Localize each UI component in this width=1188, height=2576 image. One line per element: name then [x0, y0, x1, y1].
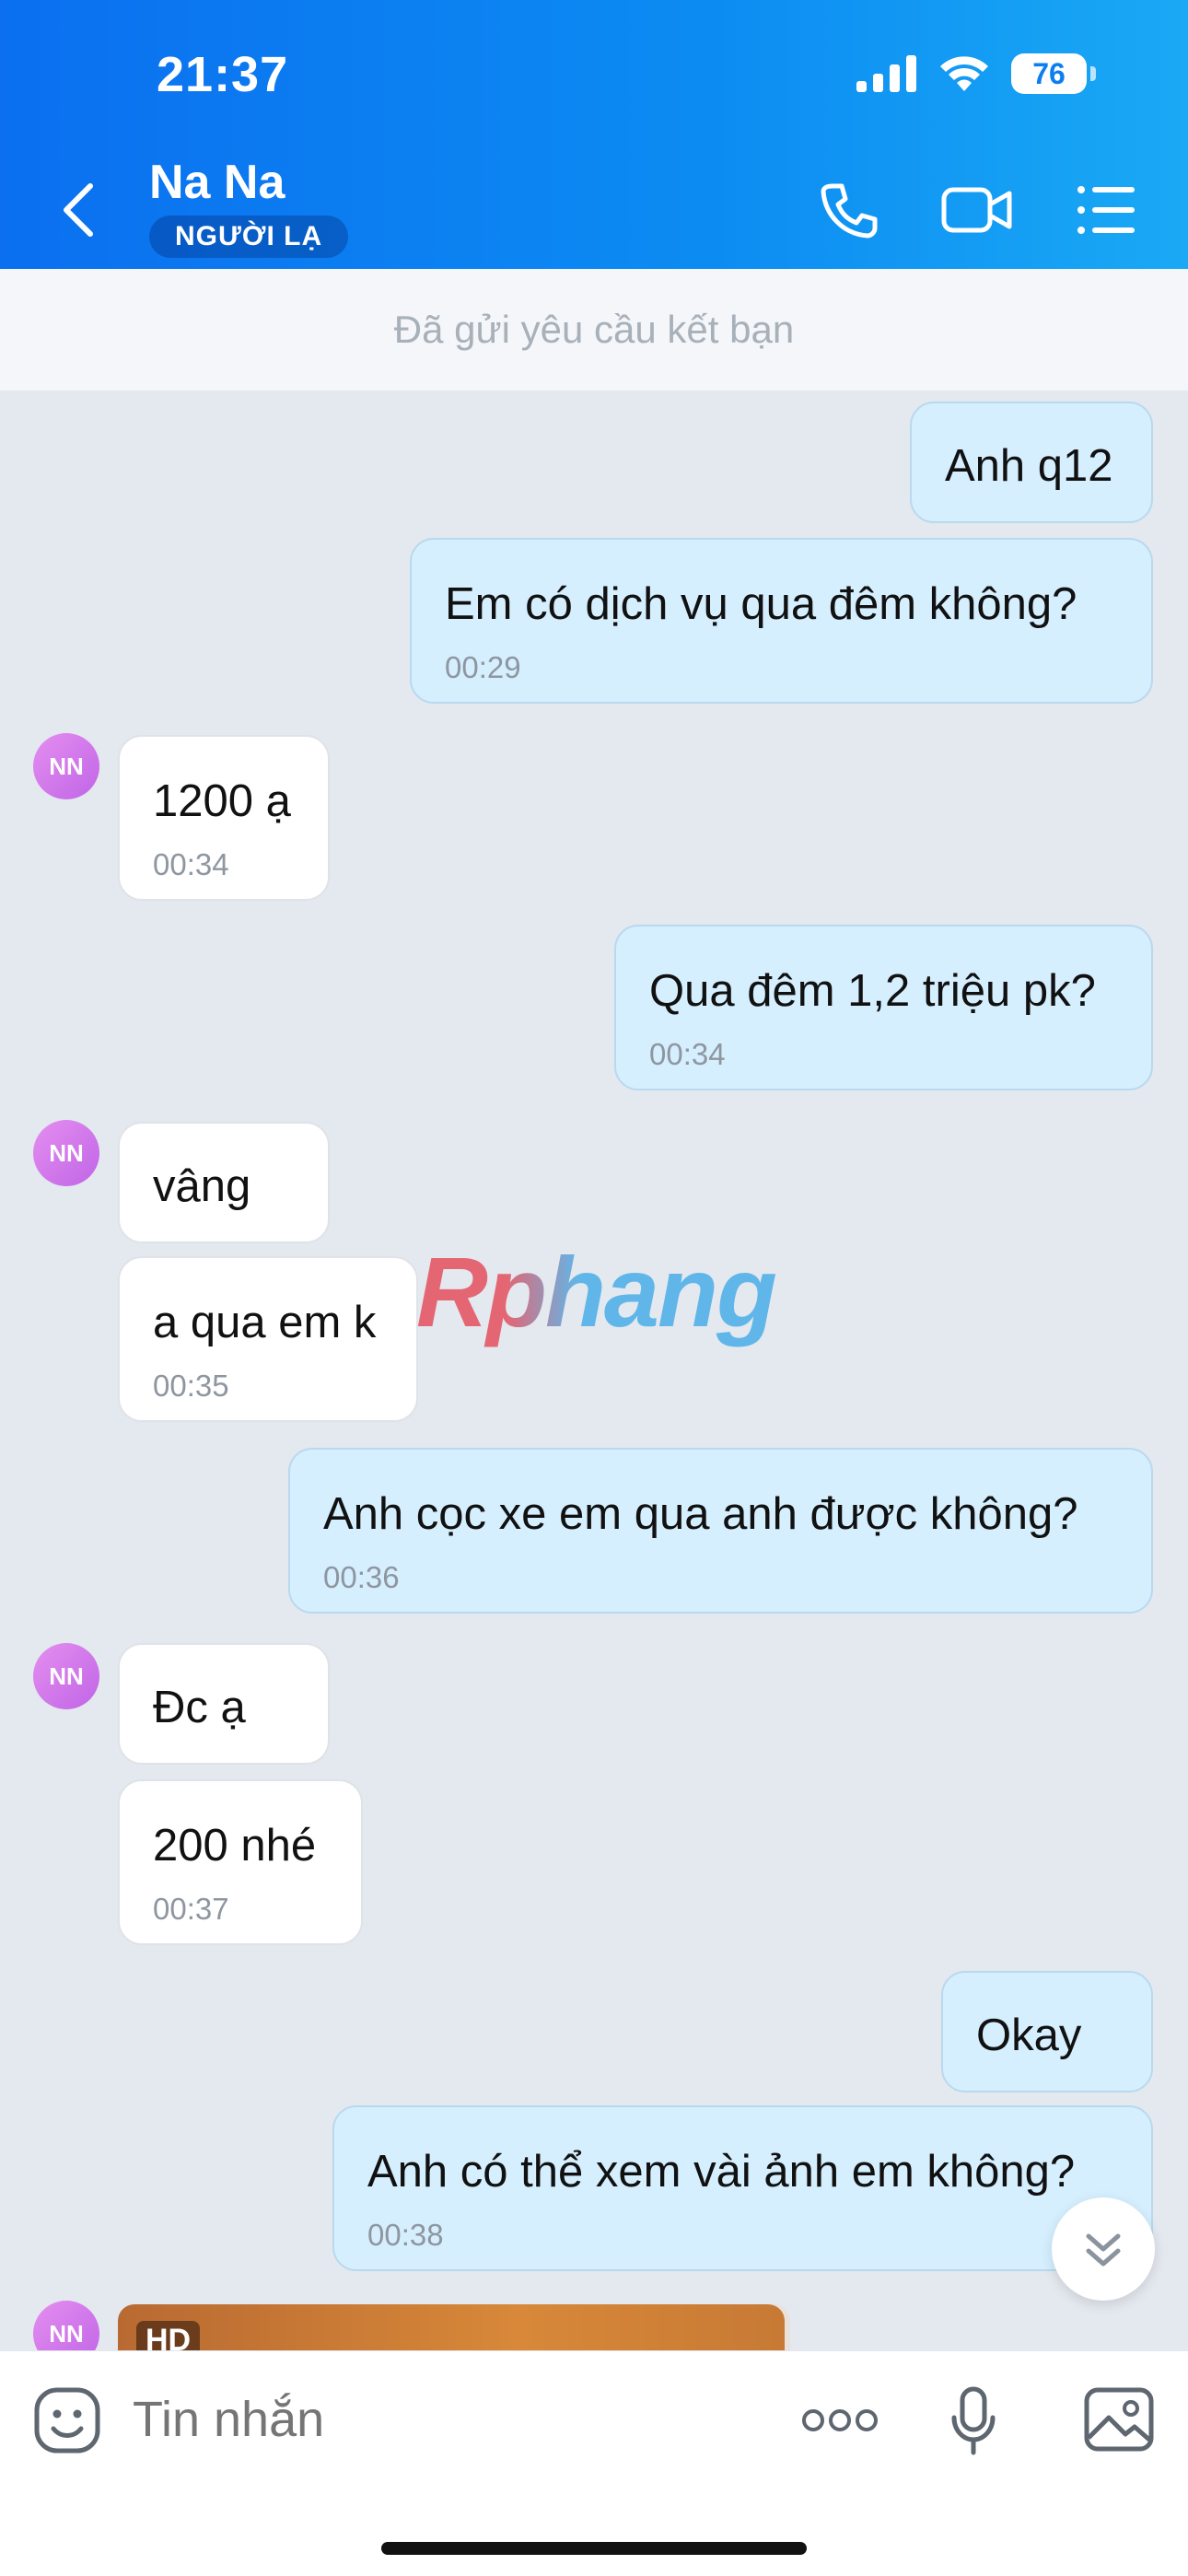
message-bubble-incoming[interactable]: a qua em k 00:35: [118, 1256, 418, 1422]
stranger-badge: NGƯỜI LẠ: [149, 216, 349, 258]
back-icon[interactable]: [55, 181, 103, 239]
message-bubble-outgoing[interactable]: Qua đêm 1,2 triệu pk? 00:34: [614, 925, 1153, 1090]
message-time: 00:34: [649, 1037, 726, 1071]
contact-name[interactable]: Na Na: [149, 155, 285, 210]
message-time: 00:34: [153, 847, 229, 881]
message-time: 00:29: [445, 650, 521, 684]
message-time: 00:35: [153, 1369, 229, 1403]
scroll-to-bottom-button[interactable]: [1052, 2197, 1155, 2301]
message-text: 200 nhé: [153, 1821, 317, 1871]
phone-icon[interactable]: [820, 181, 879, 239]
message-text: 1200 ạ: [153, 776, 291, 826]
friend-request-banner: Đã gửi yêu cầu kết bạn: [0, 269, 1188, 390]
emoji-icon[interactable]: [33, 2386, 101, 2454]
message-text: Qua đêm 1,2 triệu pk?: [649, 966, 1096, 1016]
message-bubble-outgoing[interactable]: Okay: [941, 1971, 1153, 2092]
video-call-icon[interactable]: [941, 181, 1013, 239]
message-bubble-outgoing[interactable]: Em có dịch vụ qua đêm không? 00:29: [410, 538, 1153, 704]
message-input[interactable]: [131, 2390, 687, 2449]
message-text: Anh q12: [945, 441, 1113, 491]
status-time: 21:37: [157, 47, 289, 102]
message-bubble-outgoing[interactable]: Anh cọc xe em qua anh được không? 00:36: [288, 1448, 1153, 1614]
message-time: 00:38: [367, 2218, 444, 2252]
avatar[interactable]: NN: [33, 1643, 99, 1709]
wifi-icon: [940, 56, 988, 91]
message-bubble-incoming[interactable]: 1200 ạ 00:34: [118, 735, 330, 901]
more-dots-icon[interactable]: [801, 2407, 879, 2434]
message-bubble-outgoing[interactable]: Anh q12: [910, 402, 1153, 523]
image-icon[interactable]: [1083, 2386, 1155, 2453]
microphone-icon[interactable]: [950, 2386, 996, 2456]
battery-indicator: 76: [1011, 53, 1096, 94]
message-text: Anh có thể xem vài ảnh em không?: [367, 2147, 1076, 2197]
message-text: a qua em k: [153, 1298, 377, 1347]
message-bubble-incoming[interactable]: Đc ạ: [118, 1643, 330, 1765]
home-indicator[interactable]: [381, 2542, 807, 2555]
message-text: vâng: [153, 1161, 251, 1211]
message-bubble-incoming[interactable]: vâng: [118, 1122, 330, 1243]
status-icons: 76: [856, 53, 1096, 94]
avatar[interactable]: NN: [33, 1120, 99, 1186]
menu-list-icon[interactable]: [1076, 181, 1136, 239]
chat-header: 21:37 76 Na Na NGƯỜI LẠ: [0, 0, 1188, 269]
double-chevron-down-icon: [1086, 2233, 1121, 2267]
message-text: Đc ạ: [153, 1683, 246, 1732]
message-text: Anh cọc xe em qua anh được không?: [323, 1489, 1078, 1539]
message-text: Em có dịch vụ qua đêm không?: [445, 579, 1077, 629]
avatar[interactable]: NN: [33, 733, 99, 799]
watermark: Rphang: [416, 1236, 777, 1347]
message-text: Okay: [976, 2011, 1082, 2060]
message-bubble-outgoing[interactable]: Anh có thể xem vài ảnh em không? 00:38: [332, 2105, 1153, 2271]
message-time: 00:36: [323, 1560, 400, 1594]
signal-icon: [856, 55, 916, 92]
message-time: 00:37: [153, 1892, 229, 1926]
message-bubble-incoming[interactable]: 200 nhé 00:37: [118, 1779, 363, 1945]
